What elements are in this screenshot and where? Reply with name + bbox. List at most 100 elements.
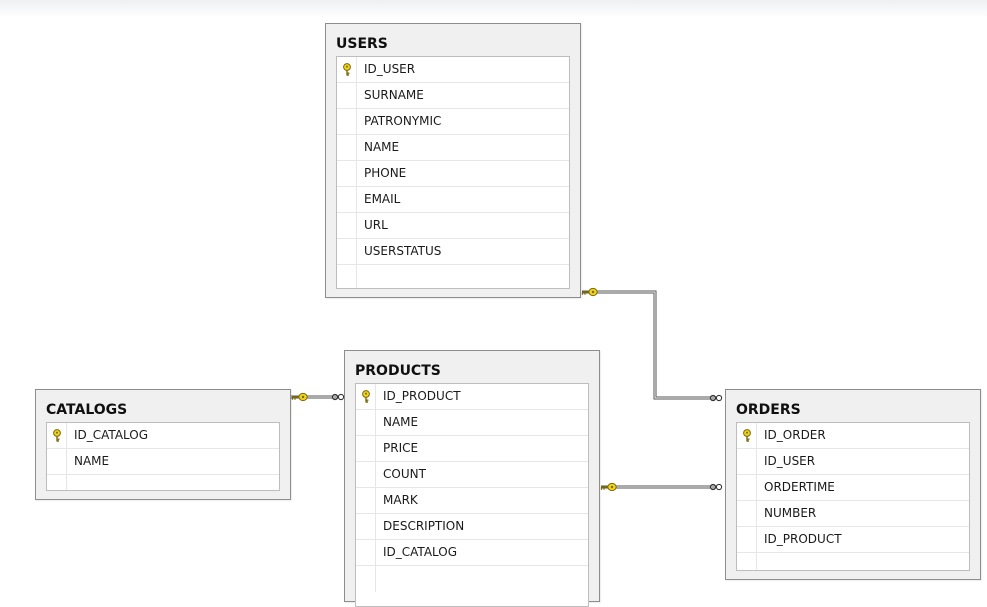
- column-name: ID_PRODUCT: [764, 532, 842, 546]
- cell-divider: [756, 449, 757, 474]
- primary-key-icon: [53, 429, 61, 442]
- column-name: ID_CATALOG: [383, 545, 458, 559]
- column-name: ID_USER: [764, 454, 816, 468]
- key-cell: [356, 488, 375, 513]
- key-cell: [356, 462, 375, 487]
- key-cell: [356, 410, 375, 435]
- diagram-canvas: USERS ID_USER SURNAME PATRONYMIC NAME PHONE E…: [0, 0, 987, 607]
- column-row[interactable]: NUMBER: [737, 501, 969, 527]
- cell-divider: [356, 135, 357, 160]
- key-cell: [337, 135, 356, 160]
- column-row[interactable]: NAME: [337, 135, 569, 161]
- cell-divider: [756, 423, 757, 448]
- table-catalogs[interactable]: CATALOGS ID_CATALOG NAME: [35, 389, 291, 500]
- column-grid: ID_PRODUCT NAME PRICE COUNT MARK DESCRIPTION I…: [355, 383, 589, 607]
- cell-divider: [356, 239, 357, 264]
- column-name: USERSTATUS: [364, 244, 442, 258]
- cell-divider: [356, 83, 357, 108]
- empty-column-row[interactable]: [356, 566, 588, 592]
- column-grid: ID_ORDER ID_USER ORDERTIME NUMBER ID_PRODUCT: [736, 422, 970, 571]
- cell-divider: [375, 488, 376, 513]
- cell-divider: [756, 553, 757, 570]
- key-cell: [737, 449, 756, 474]
- column-row[interactable]: PRICE: [356, 436, 588, 462]
- column-name: ID_ORDER: [764, 428, 826, 442]
- column-row[interactable]: SURNAME: [337, 83, 569, 109]
- column-row[interactable]: ID_ORDER: [737, 423, 969, 449]
- column-row[interactable]: PATRONYMIC: [337, 109, 569, 135]
- cell-divider: [356, 161, 357, 186]
- cell-divider: [356, 265, 357, 288]
- cell-divider: [375, 540, 376, 565]
- column-row[interactable]: NAME: [47, 449, 279, 475]
- table-orders[interactable]: ORDERS ID_ORDER ID_USER ORDERTIME NUMBER ID_…: [725, 389, 981, 580]
- primary-key-icon: [743, 429, 751, 442]
- column-name: PHONE: [364, 166, 407, 180]
- column-row[interactable]: URL: [337, 213, 569, 239]
- column-grid: ID_CATALOG NAME: [46, 422, 280, 491]
- column-name: PATRONYMIC: [364, 114, 442, 128]
- column-row[interactable]: NAME: [356, 410, 588, 436]
- cell-divider: [756, 527, 757, 552]
- column-row[interactable]: DESCRIPTION: [356, 514, 588, 540]
- column-name: MARK: [383, 493, 418, 507]
- column-row[interactable]: ORDERTIME: [737, 475, 969, 501]
- cell-divider: [356, 187, 357, 212]
- column-row[interactable]: ID_PRODUCT: [356, 384, 588, 410]
- key-cell: [356, 436, 375, 461]
- cell-divider: [356, 213, 357, 238]
- column-row[interactable]: ID_USER: [737, 449, 969, 475]
- key-cell: [337, 213, 356, 238]
- empty-column-row[interactable]: [47, 475, 279, 490]
- column-name: EMAIL: [364, 192, 401, 206]
- column-row[interactable]: ID_USER: [337, 57, 569, 83]
- key-cell: [337, 83, 356, 108]
- one-end-key-icon: [291, 392, 309, 402]
- key-cell: [337, 239, 356, 264]
- cell-divider: [375, 384, 376, 409]
- empty-column-row[interactable]: [737, 553, 969, 570]
- relationship-users-orders[interactable]: [581, 287, 723, 402]
- cell-divider: [375, 514, 376, 539]
- column-row[interactable]: COUNT: [356, 462, 588, 488]
- column-name: ID_USER: [364, 62, 416, 76]
- column-row[interactable]: MARK: [356, 488, 588, 514]
- column-row[interactable]: EMAIL: [337, 187, 569, 213]
- column-grid: ID_USER SURNAME PATRONYMIC NAME PHONE EMAIL UR…: [336, 56, 570, 289]
- primary-key-icon: [343, 63, 351, 76]
- relationship-products-orders[interactable]: [600, 482, 723, 492]
- cell-divider: [375, 410, 376, 435]
- key-cell: [337, 187, 356, 212]
- column-name: NAME: [364, 140, 400, 154]
- column-row[interactable]: PHONE: [337, 161, 569, 187]
- relationship-catalogs-products[interactable]: [291, 392, 345, 402]
- cell-divider: [375, 462, 376, 487]
- table-title: ORDERS: [736, 402, 801, 418]
- table-title: USERS: [336, 36, 388, 52]
- key-cell: [337, 161, 356, 186]
- key-cell: [356, 514, 375, 539]
- cell-divider: [375, 436, 376, 461]
- key-cell: [337, 57, 356, 82]
- column-row[interactable]: ID_PRODUCT: [737, 527, 969, 553]
- column-name: NUMBER: [764, 506, 817, 520]
- table-products[interactable]: PRODUCTS ID_PRODUCT NAME PRICE COUNT MARK DES…: [344, 350, 600, 607]
- one-end-key-icon: [581, 287, 599, 297]
- cell-divider: [756, 475, 757, 500]
- key-cell: [356, 384, 375, 409]
- cell-divider: [66, 449, 67, 474]
- key-cell: [737, 501, 756, 526]
- column-name: NAME: [74, 454, 110, 468]
- column-row[interactable]: ID_CATALOG: [47, 423, 279, 449]
- cell-divider: [66, 475, 67, 490]
- key-cell: [737, 475, 756, 500]
- column-row[interactable]: ID_CATALOG: [356, 540, 588, 566]
- table-users[interactable]: USERS ID_USER SURNAME PATRONYMIC NAME PHONE E…: [325, 23, 581, 298]
- cell-divider: [356, 57, 357, 82]
- column-name: URL: [364, 218, 388, 232]
- column-name: SURNAME: [364, 88, 424, 102]
- cell-divider: [756, 501, 757, 526]
- empty-column-row[interactable]: [337, 265, 569, 288]
- column-row[interactable]: USERSTATUS: [337, 239, 569, 265]
- key-cell: [737, 423, 756, 448]
